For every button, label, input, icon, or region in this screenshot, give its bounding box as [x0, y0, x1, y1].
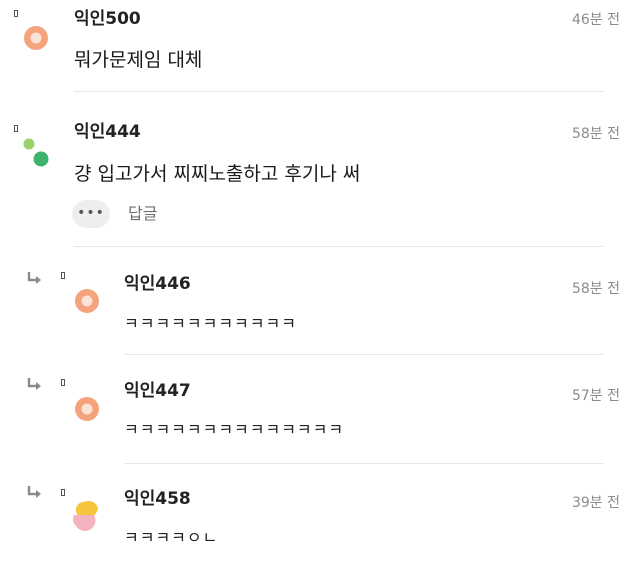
- orange-ring-avatar-icon: [24, 26, 48, 50]
- reply-arrow-icon: [27, 486, 41, 498]
- reply-text: ㅋㅋㅋㅋㅋㅋㅋㅋㅋㅋㅋ: [124, 314, 297, 333]
- comment-item: 익인500 46분 전 뭐가문제임 대체: [0, 0, 640, 92]
- comment-author[interactable]: 익인500: [74, 9, 141, 29]
- reply-author[interactable]: 익인447: [124, 381, 191, 401]
- marker-icon: [61, 379, 65, 386]
- comment-text: 걍 입고가서 찌찌노출하고 후기나 써: [74, 163, 361, 185]
- comment-author[interactable]: 익인444: [74, 122, 141, 142]
- reply-arrow-icon: [27, 272, 41, 284]
- green-dots-avatar-icon: [23, 138, 49, 167]
- comment-thread: 익인500 46분 전 뭐가문제임 대체 익인444 58분 전 걍 입고가서 …: [0, 0, 640, 580]
- marker-icon: [61, 489, 65, 496]
- reply-arrow-icon: [27, 378, 41, 390]
- separator: [74, 246, 604, 247]
- more-options-button[interactable]: •••: [72, 200, 110, 228]
- reply-text: ㅋㅋㅋㅋㅇㄴ: [124, 528, 219, 547]
- reply-time: 58분 전: [571, 281, 620, 297]
- separator: [124, 463, 604, 464]
- reply-time: 57분 전: [571, 388, 620, 404]
- comment-item: 익인444 58분 전 걍 입고가서 찌찌노출하고 후기나 써 ••• 답글: [0, 92, 640, 248]
- comment-time: 58분 전: [571, 126, 620, 142]
- orange-ring-avatar-icon: [75, 397, 99, 421]
- marker-icon: [61, 272, 65, 279]
- reply-author[interactable]: 익인446: [124, 274, 191, 294]
- yellow-pink-avatar-icon: [72, 500, 98, 532]
- separator: [124, 354, 604, 355]
- reply-button[interactable]: 답글: [128, 204, 157, 224]
- reply-author[interactable]: 익인458: [124, 489, 191, 509]
- reply-time: 39분 전: [571, 495, 620, 511]
- orange-ring-avatar-icon: [75, 289, 99, 313]
- marker-icon: [14, 10, 18, 17]
- comment-time: 46분 전: [571, 12, 620, 28]
- comment-text: 뭐가문제임 대체: [74, 49, 203, 71]
- green-dots-avatar-icon: [20, 132, 21, 133]
- reply-text: ㅋㅋㅋㅋㅋㅋㅋㅋㅋㅋㅋㅋㅋㅋ: [124, 420, 345, 439]
- marker-icon: [14, 125, 18, 132]
